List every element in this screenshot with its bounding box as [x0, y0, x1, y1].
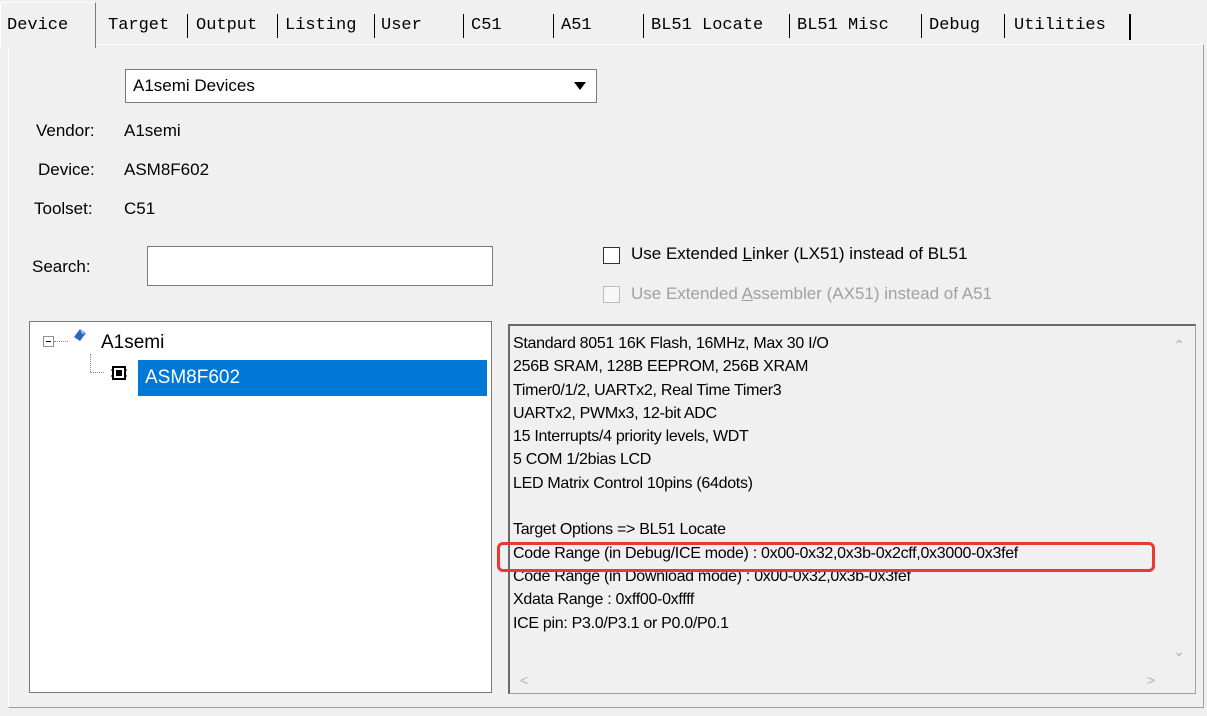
toolset-value: C51	[124, 199, 156, 218]
tab-debug[interactable]: Debug	[925, 8, 980, 44]
tree-item-vendor[interactable]: A1semi	[101, 331, 164, 355]
device-value: ASM8F602	[124, 160, 210, 179]
chip-icon	[111, 366, 127, 380]
dropdown-arrow-icon[interactable]	[566, 72, 594, 100]
use-ax51-checkbox[interactable]	[603, 286, 620, 303]
description-line: UARTx2, PWMx3, 12-bit ADC	[513, 404, 717, 422]
tab-separator	[463, 14, 464, 38]
tab-c51[interactable]: C51	[467, 8, 502, 44]
description-line: Code Range (in Download mode) : 0x00-0x3…	[513, 567, 911, 585]
device-database-value: A1semi Devices	[133, 76, 255, 95]
scroll-down-icon[interactable]: ⌄	[1173, 644, 1185, 658]
description-line: Standard 8051 16K Flash, 16MHz, Max 30 I…	[513, 335, 829, 352]
vendor-label: Vendor:	[36, 121, 95, 140]
scroll-up-icon[interactable]: ⌃	[1173, 338, 1185, 352]
tree-connector	[90, 372, 104, 373]
tab-separator	[553, 14, 554, 38]
description-line	[513, 495, 1018, 518]
tree-connector	[54, 341, 68, 342]
tab-listing[interactable]: Listing	[281, 8, 356, 44]
tab-separator	[921, 14, 922, 38]
scroll-right-icon[interactable]: >	[1147, 673, 1155, 687]
tab-separator	[277, 14, 278, 38]
use-ax51-label: Use Extended Assembler (AX51) instead of…	[631, 284, 992, 303]
tab-separator	[789, 14, 790, 38]
search-input[interactable]	[147, 246, 493, 286]
collapse-toggle-icon[interactable]	[43, 336, 54, 347]
description-line: 15 Interrupts/4 priority levels, WDT	[513, 428, 749, 446]
tab-bl51-locate[interactable]: BL51 Locate	[647, 8, 763, 44]
use-lx51-checkbox[interactable]	[603, 247, 620, 264]
tab-bl51-misc[interactable]: BL51 Misc	[793, 8, 889, 44]
tab-user[interactable]: User	[377, 8, 422, 44]
vendor-value: A1semi	[124, 121, 181, 140]
description-line: LED Matrix Control 10pins (64dots)	[513, 474, 753, 492]
toolset-label: Toolset:	[34, 199, 93, 218]
tab-a51[interactable]: A51	[557, 8, 592, 44]
tab-device[interactable]: Device	[0, 2, 96, 48]
tree-connector	[90, 354, 91, 372]
description-line: Timer0/1/2, UARTx2, Real Time Timer3	[513, 381, 782, 399]
description-line-highlighted: Code Range (in Debug/ICE mode) : 0x00-0x…	[513, 544, 1018, 562]
use-lx51-label[interactable]: Use Extended Linker (LX51) instead of BL…	[631, 243, 967, 265]
description-line: Xdata Range : 0xff00-0xffff	[513, 591, 695, 609]
tab-separator	[1129, 14, 1131, 40]
tab-separator	[1004, 14, 1005, 38]
tab-bar: Device Target Output Listing User C51 A5…	[0, 0, 1207, 48]
tab-separator	[374, 14, 375, 38]
device-label: Device:	[38, 160, 95, 179]
description-text: Standard 8051 16K Flash, 16MHz, Max 30 I…	[513, 332, 1018, 635]
tab-output[interactable]: Output	[192, 8, 257, 44]
tab-target[interactable]: Target	[104, 8, 169, 44]
tree-item-device-selected[interactable]: ASM8F602	[138, 360, 487, 396]
tab-separator	[643, 14, 644, 38]
device-database-select[interactable]: A1semi Devices	[125, 69, 597, 103]
device-tree[interactable]: A1semi ASM8F602	[29, 321, 492, 693]
description-line: ICE pin: P3.0/P3.1 or P0.0/P0.1	[513, 614, 729, 632]
tab-separator	[187, 14, 188, 38]
device-description[interactable]: Standard 8051 16K Flash, 16MHz, Max 30 I…	[508, 324, 1196, 694]
description-line: 5 COM 1/2bias LCD	[513, 451, 652, 469]
vendor-diamond-icon	[74, 329, 86, 341]
scroll-left-icon[interactable]: <	[520, 673, 528, 687]
description-line: Target Options => BL51 Locate	[513, 521, 726, 539]
description-line: 256B SRAM, 128B EEPROM, 256B XRAM	[513, 358, 809, 376]
tab-utilities[interactable]: Utilities	[1010, 8, 1106, 44]
search-label: Search:	[32, 257, 91, 276]
